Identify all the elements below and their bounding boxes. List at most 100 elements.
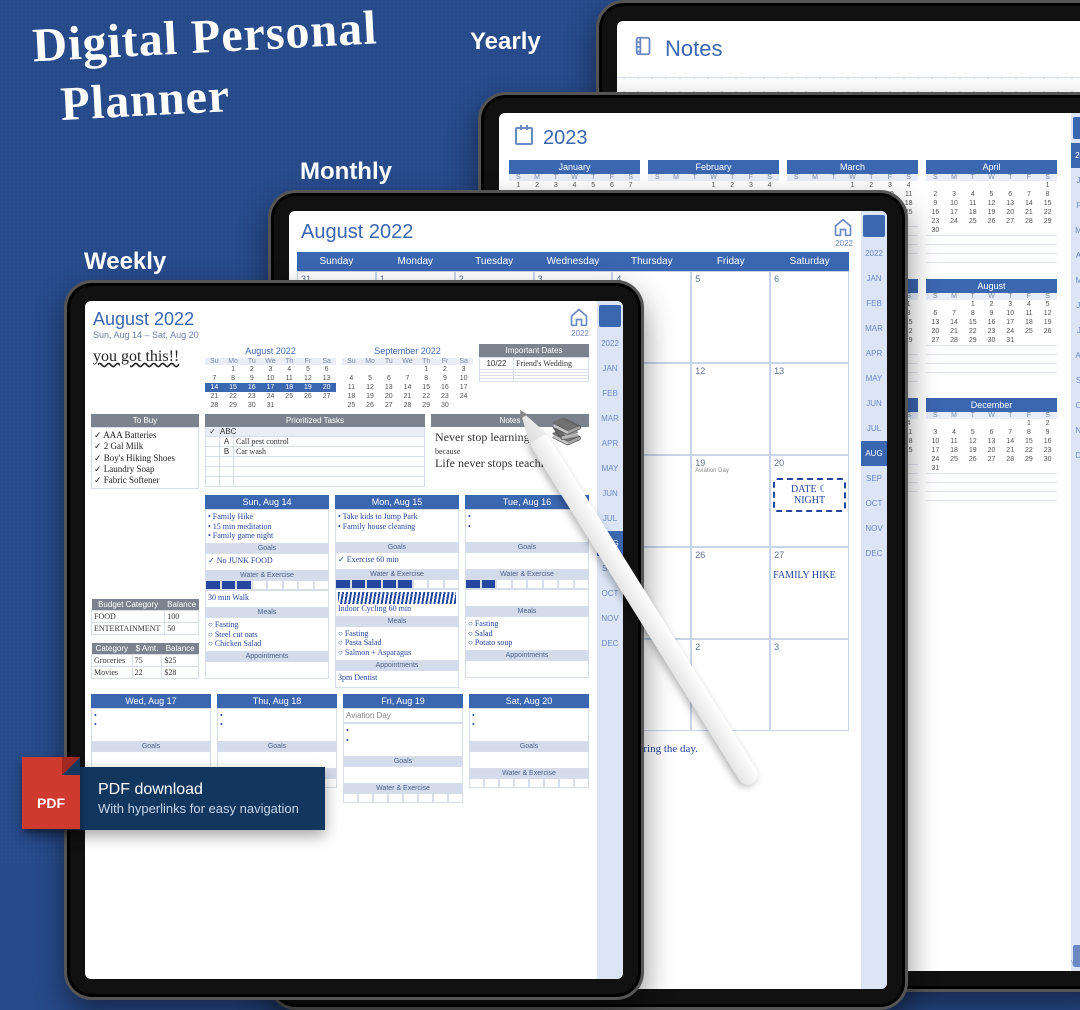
month-tab[interactable]: DEC — [1071, 443, 1080, 468]
to-buy-item[interactable]: Laundry Soap — [94, 464, 196, 475]
side-year-tab[interactable]: 2022 — [597, 331, 623, 356]
month-cell[interactable]: 26 — [691, 547, 770, 639]
monthly-side-year[interactable]: 2022 — [835, 239, 853, 248]
notes-title: Notes — [665, 36, 722, 62]
month-tab[interactable]: JUL — [1071, 318, 1080, 343]
monthly-side-tabs[interactable]: 2022 JANFEBMARAPRMAYJUNJULAUGSEPOCTNOVDE… — [861, 211, 887, 989]
month-tab[interactable]: JUN — [861, 391, 887, 416]
month-tab[interactable]: DEC — [597, 631, 623, 656]
month-cell[interactable]: 5 — [691, 271, 770, 363]
important-dates[interactable]: Important Dates 10/22Friend's Wedding — [479, 344, 589, 410]
month-tab[interactable]: APR — [1071, 243, 1080, 268]
month-tab[interactable]: MAR — [597, 406, 623, 431]
home-icon[interactable] — [863, 215, 885, 237]
month-tab[interactable]: NOV — [597, 606, 623, 631]
prioritized-panel[interactable]: Prioritized Tasks ✓ABCACall pest control… — [205, 414, 425, 489]
month-tab[interactable]: FEB — [861, 291, 887, 316]
yearly-side-tabs[interactable]: 2023 JANFEBMARAPRMAYJUNJULAUGSEPOCTNOVDE… — [1071, 113, 1080, 971]
mini-cal-aug[interactable]: August 2022 SuMoTuWeThFrSa 1234567891011… — [205, 344, 336, 410]
home-icon[interactable] — [569, 307, 589, 327]
month-tab[interactable]: NOV — [1071, 418, 1080, 443]
day-column[interactable]: Sun, Aug 14 • Family Hike• 15 min medita… — [205, 495, 329, 687]
weekly-row-two: To Buy AAA Batteries2 Gal MilkBoy's Hiki… — [91, 414, 589, 489]
month-tab[interactable]: MAY — [861, 366, 887, 391]
monthly-dow-row: SundayMondayTuesdayWednesdayThursdayFrid… — [297, 252, 849, 271]
month-tab[interactable]: MAY — [597, 456, 623, 481]
books-icon: 📚 — [551, 418, 583, 447]
month-tab[interactable]: DEC — [861, 541, 887, 566]
month-tab[interactable]: SEP — [597, 556, 623, 581]
notes-panel[interactable]: Notes Never stop learning because Life n… — [431, 414, 589, 489]
notes-header: Notes — [617, 21, 1080, 78]
home-icon[interactable] — [1073, 117, 1080, 139]
month-cell[interactable]: 3 — [770, 639, 849, 731]
weekly-side-tabs[interactable]: 2022 JANFEBMARAPRMAYJUNJULAUGSEPOCTNOVDE… — [597, 301, 623, 979]
pdf-download-badge[interactable]: PDF PDF download With hyperlinks for eas… — [28, 767, 325, 830]
month-tab[interactable]: FEB — [1071, 193, 1080, 218]
priority-row[interactable]: ACall pest control — [205, 437, 425, 447]
weekly-screen[interactable]: August 2022 Sun, Aug 14 – Sat, Aug 20 20… — [85, 301, 623, 979]
important-date-row[interactable] — [479, 379, 589, 382]
spend-row[interactable]: Groceries75$25 — [92, 655, 199, 667]
weekly-day-grid-1[interactable]: Sun, Aug 14 • Family Hike• 15 min medita… — [205, 495, 589, 687]
important-date-row[interactable]: 10/22Friend's Wedding — [479, 357, 589, 370]
home-icon[interactable] — [599, 305, 621, 327]
month-tab[interactable]: APR — [597, 431, 623, 456]
month-cell[interactable]: 12 — [691, 363, 770, 455]
to-buy-item[interactable]: Fabric Softener — [94, 475, 196, 486]
month-tab[interactable]: MAR — [1071, 218, 1080, 243]
mini-cal-sep[interactable]: September 2022 SuMoTuWeThFrSa 1234567891… — [342, 344, 473, 410]
day-column[interactable]: Tue, Aug 16 •• Goals Water & Exercise Me… — [465, 495, 589, 687]
to-buy-item[interactable]: Boy's Hiking Shoes — [94, 453, 196, 464]
month-tab[interactable]: OCT — [597, 581, 623, 606]
month-cell[interactable]: 27FAMILY HIKE — [770, 547, 849, 639]
mini-month[interactable]: December SMTWTFS 12345678910111213141516… — [926, 398, 1057, 509]
to-buy-item[interactable]: 2 Gal Milk — [94, 441, 196, 452]
month-tab[interactable]: JAN — [597, 356, 623, 381]
budget-row[interactable]: ENTERTAINMENT50 — [92, 623, 199, 635]
mini-month[interactable]: August SMTWTFS 1234567891011121314151617… — [926, 279, 1057, 390]
pdf-subtitle: With hyperlinks for easy navigation — [98, 801, 299, 816]
month-tab[interactable]: AUG — [597, 531, 623, 556]
budget-panel[interactable]: Budget CategoryBalance FOOD100ENTERTAINM… — [91, 599, 199, 679]
hero-line1: Digital Personal — [31, 0, 379, 73]
home-icon[interactable] — [833, 217, 853, 237]
weekly-side-year[interactable]: 2022 — [571, 329, 589, 338]
month-cell[interactable]: 6 — [770, 271, 849, 363]
month-tab[interactable]: FEB — [597, 381, 623, 406]
month-tab[interactable]: JUN — [1071, 293, 1080, 318]
month-tab[interactable]: MAY — [1071, 268, 1080, 293]
visit-site-link[interactable]: Visit site — [1071, 960, 1080, 967]
month-tab[interactable]: APR — [861, 341, 887, 366]
side-year-tab[interactable]: 2023 — [1071, 143, 1080, 168]
day-column[interactable]: Sat, Aug 20 •• Goals Water & Exercise — [469, 694, 589, 804]
day-column[interactable]: Fri, Aug 19 Aviation Day •• Goals Water … — [343, 694, 463, 804]
month-cell[interactable]: 20DATE ☾ NIGHT — [770, 455, 849, 547]
hero-line2: Planner — [59, 68, 231, 132]
month-cell[interactable]: 2 — [691, 639, 770, 731]
to-buy-item[interactable]: AAA Batteries — [94, 430, 196, 441]
budget-row[interactable]: FOOD100 — [92, 611, 199, 623]
month-tab[interactable]: JUL — [597, 506, 623, 531]
month-tab[interactable]: OCT — [861, 491, 887, 516]
spend-row[interactable]: Movies22$28 — [92, 667, 199, 679]
month-tab[interactable]: OCT — [1071, 393, 1080, 418]
month-tab[interactable]: JAN — [861, 266, 887, 291]
side-year-tab[interactable]: 2022 — [861, 241, 887, 266]
month-tab[interactable]: JUN — [597, 481, 623, 506]
month-tab[interactable]: MAR — [861, 316, 887, 341]
month-cell[interactable]: 19Aviation Day — [691, 455, 770, 547]
day-column[interactable]: Mon, Aug 15 • Take kids to Jump Park• Fa… — [335, 495, 459, 687]
month-tab[interactable]: AUG — [1071, 343, 1080, 368]
mini-month[interactable]: April SMTWTFS 12345678910111213141516171… — [926, 160, 1057, 271]
month-tab[interactable]: JUL — [861, 416, 887, 441]
month-tab[interactable]: SEP — [861, 466, 887, 491]
month-tab[interactable]: JAN — [1071, 168, 1080, 193]
yearly-title: 2023 — [509, 121, 1080, 160]
priority-row[interactable]: BCar wash — [205, 447, 425, 457]
month-cell[interactable]: 13 — [770, 363, 849, 455]
month-tab[interactable]: SEP — [1071, 368, 1080, 393]
month-tab[interactable]: NOV — [861, 516, 887, 541]
to-buy-panel[interactable]: To Buy AAA Batteries2 Gal MilkBoy's Hiki… — [91, 414, 199, 489]
month-tab[interactable]: AUG — [861, 441, 887, 466]
